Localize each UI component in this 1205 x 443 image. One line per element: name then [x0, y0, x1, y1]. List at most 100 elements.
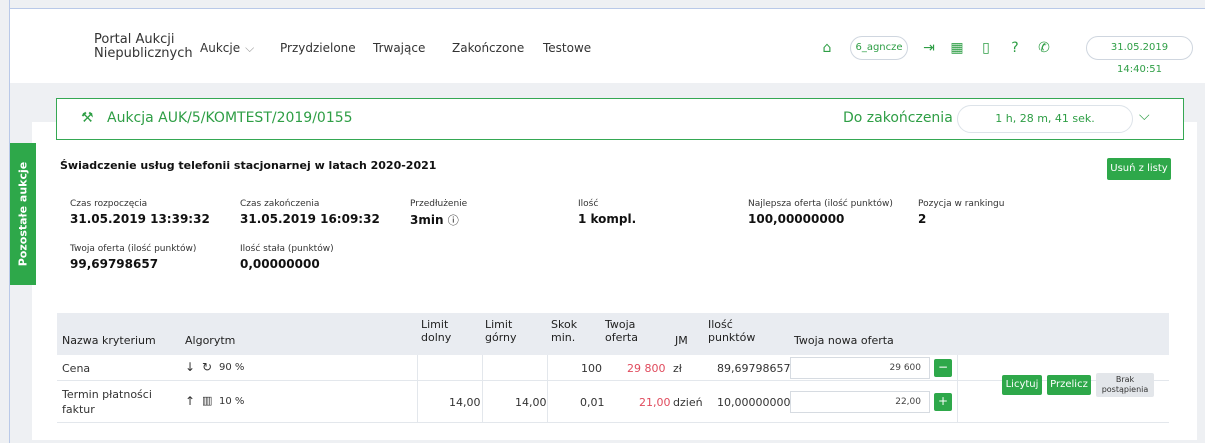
start-time-label: Czas rozpoczęcia — [70, 199, 148, 209]
bar-chart-icon: ▥ — [202, 394, 213, 407]
fixed-points-value: 0,00000000 — [240, 257, 320, 271]
logout-icon[interactable]: ⇥ — [919, 38, 939, 58]
col-offer-2: oferta — [605, 331, 638, 344]
col-limit-high: Limit górny — [485, 318, 517, 344]
rank-info: Pozycja w rankingu 2 — [918, 199, 1004, 226]
rank-label: Pozycja w rankingu — [918, 199, 1005, 209]
col-points: Ilość punktów — [708, 318, 755, 344]
step-value: 0,01 — [580, 396, 605, 409]
criterion-name: Termin płatności faktur — [62, 387, 152, 417]
col-limit-high-1: Limit — [485, 318, 513, 331]
refresh-icon: ↻ — [202, 360, 213, 374]
criterion-name: Cena — [62, 362, 91, 375]
other-auctions-tab[interactable]: Pozostałe aukcje — [10, 143, 36, 285]
extension-label: Przedłużenie — [410, 199, 468, 209]
end-time-info: Czas zakończenia 31.05.2019 16:09:32 — [240, 199, 380, 226]
extension-info: Przedłużenie 3min ⓘ — [410, 199, 467, 228]
points-value: 10,00000000 — [717, 396, 791, 409]
ending-label: Do zakończenia — [843, 110, 953, 126]
algo-weight: 10 % — [219, 396, 245, 407]
best-offer-label: Najlepsza oferta (ilość punktów) — [748, 199, 893, 209]
phone-icon[interactable]: ✆ — [1034, 38, 1054, 58]
unit-value: zł — [673, 362, 682, 375]
arrow-down-icon: ↓ — [185, 360, 196, 374]
no-step-label-2: postąpienia — [1101, 385, 1149, 394]
divider — [547, 355, 548, 423]
offer-value: 21,00 — [639, 396, 671, 409]
col-step: Skok min. — [551, 318, 577, 344]
gavel-icon: ⚒ — [81, 110, 94, 126]
criterion-name-line2: faktur — [62, 403, 95, 416]
new-offer-input[interactable]: 29 600 — [790, 357, 930, 379]
portal-logo[interactable]: Portal Aukcji Niepublicznych — [94, 33, 193, 61]
col-step-2: min. — [551, 331, 576, 344]
best-offer-info: Najlepsza oferta (ilość punktów) 100,000… — [748, 199, 893, 226]
col-unit: JM — [675, 334, 688, 347]
calculator-icon[interactable]: ▦ — [947, 38, 967, 58]
bid-button[interactable]: Licytuj — [1002, 375, 1042, 395]
offer-value: 29 800 — [627, 362, 666, 375]
col-offer-1: Twoja — [605, 318, 636, 331]
fixed-points-label: Ilość stała (punktów) — [240, 244, 334, 254]
auction-header[interactable]: ⚒ Aukcja AUK/5/KOMTEST/2019/0155 Do zako… — [56, 98, 1184, 140]
help-icon[interactable]: ? — [1005, 38, 1025, 58]
recalculate-button[interactable]: Przelicz — [1047, 375, 1091, 395]
remove-from-list-button[interactable]: Usuń z listy — [1107, 158, 1171, 180]
limit-high-value: 14,00 — [515, 396, 547, 409]
nav-testowe[interactable]: Testowe — [543, 41, 591, 55]
logo-line1: Portal Aukcji — [94, 32, 175, 47]
extension-value: 3min — [410, 213, 444, 227]
nav-aukcje[interactable]: Aukcje ⌵ — [200, 41, 254, 56]
auction-title: Aukcja AUK/5/KOMTEST/2019/0155 — [107, 110, 353, 126]
criteria-table: Nazwa kryterium Algorytm Limit dolny Limi… — [57, 313, 1169, 423]
chevron-down-icon: ⌵ — [245, 41, 255, 55]
user-badge[interactable]: 6_agncze — [850, 36, 908, 60]
home-icon[interactable]: ⌂ — [817, 38, 837, 58]
fixed-points-info: Ilość stała (punktów) 0,00000000 — [240, 244, 334, 271]
nav-zakonczone[interactable]: Zakończone — [452, 41, 524, 55]
decrement-button[interactable]: − — [934, 359, 952, 377]
col-offer: Twoja oferta — [605, 318, 638, 344]
col-points-2: punktów — [708, 331, 756, 344]
no-step-button[interactable]: Brak postąpienia — [1096, 373, 1154, 397]
end-time-value: 31.05.2019 16:09:32 — [240, 212, 380, 226]
criterion-name-line1: Termin płatności — [62, 388, 152, 401]
best-offer-value: 100,00000000 — [748, 212, 845, 226]
start-time-info: Czas rozpoczęcia 31.05.2019 13:39:32 — [70, 199, 210, 226]
quantity-value: 1 kompl. — [578, 212, 637, 226]
rank-value: 2 — [918, 212, 927, 226]
divider — [417, 355, 418, 423]
nav-przydzielone[interactable]: Przydzielone — [280, 41, 356, 55]
increment-button[interactable]: + — [934, 393, 952, 411]
app-frame: Portal Aukcji Niepublicznych Aukcje ⌵ Prz… — [0, 0, 1205, 443]
col-limit-low-1: Limit — [421, 318, 449, 331]
step-value: 100 — [581, 362, 602, 375]
your-offer-info: Twoja oferta (ilość punktów) 99,69798657 — [70, 244, 196, 271]
quantity-label: Ilość — [578, 199, 599, 209]
divider — [957, 355, 958, 423]
service-title: Świadczenie usług telefonii stacjonarnej… — [60, 159, 437, 172]
col-limit-low-2: dolny — [421, 331, 452, 344]
datetime-display: 31.05.2019 14:40:51 — [1086, 36, 1193, 75]
divider — [482, 355, 483, 423]
col-limit-high-2: górny — [485, 331, 517, 344]
nav-trwajace[interactable]: Trwające — [373, 41, 425, 55]
col-new-offer: Twoja nowa oferta — [794, 334, 894, 347]
col-points-1: Ilość — [708, 318, 733, 331]
col-step-1: Skok — [551, 318, 578, 331]
new-offer-input[interactable]: 22,00 — [790, 391, 930, 413]
start-time-value: 31.05.2019 13:39:32 — [70, 212, 210, 226]
table-header: Nazwa kryterium Algorytm Limit dolny Limi… — [57, 313, 1169, 355]
end-time-label: Czas zakończenia — [240, 199, 320, 209]
your-offer-label: Twoja oferta (ilość punktów) — [70, 244, 197, 254]
unit-value: dzień — [673, 396, 703, 409]
nav-aukcje-label: Aukcje — [200, 41, 241, 55]
chevron-down-icon[interactable]: ⌵ — [1139, 108, 1150, 124]
your-offer-value: 99,69798657 — [70, 257, 159, 271]
other-auctions-label: Pozostałe aukcje — [16, 161, 30, 267]
info-icon[interactable]: ⓘ — [448, 214, 459, 227]
limit-low-value: 14,00 — [449, 396, 481, 409]
top-bar: Portal Aukcji Niepublicznych Aukcje ⌵ Prz… — [10, 8, 1205, 83]
algo-weight: 90 % — [219, 362, 245, 373]
book-icon[interactable]: ▯ — [976, 38, 996, 58]
